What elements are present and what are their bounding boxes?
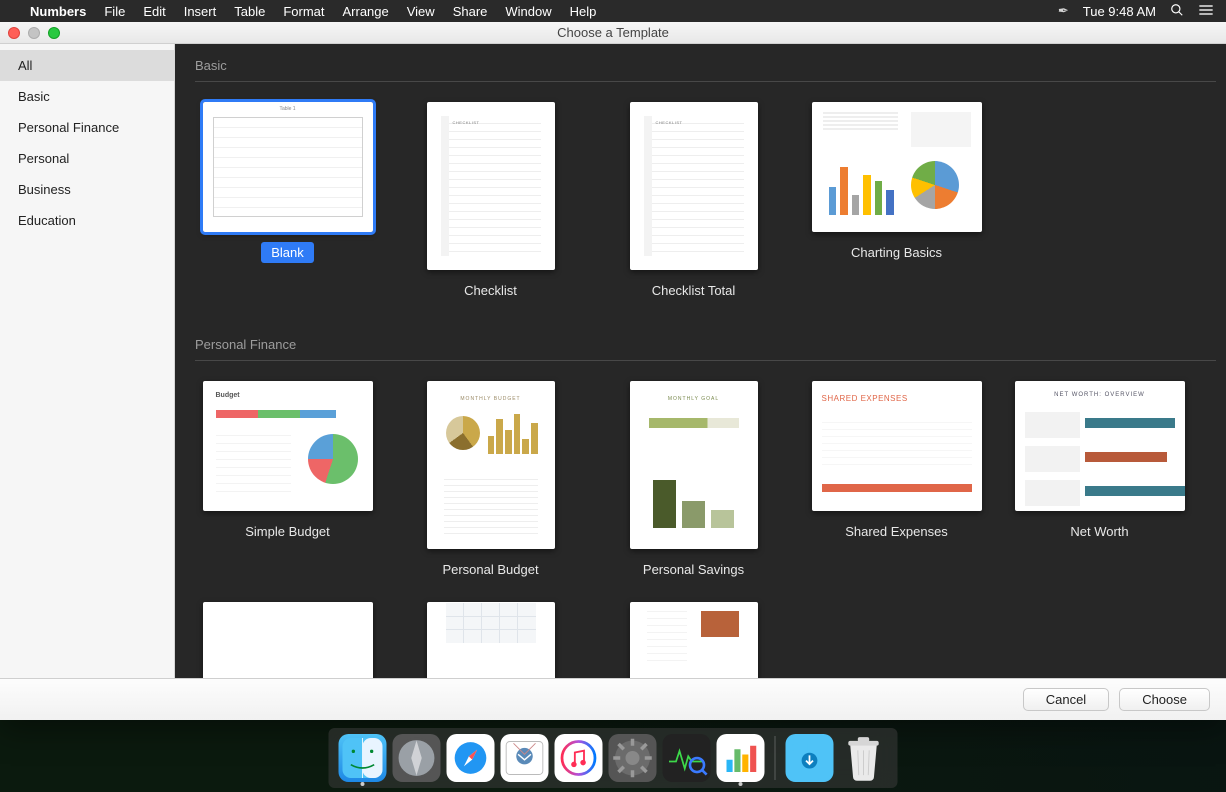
- template-loan-comparison[interactable]: Loan Comparison: [398, 602, 583, 678]
- template-thumb[interactable]: RETIREMENT SAVINGS: [203, 602, 373, 678]
- running-indicator: [739, 782, 743, 786]
- template-label: Shared Expenses: [835, 521, 958, 542]
- template-simple-budget[interactable]: Budget Simple Budget: [195, 381, 380, 580]
- cancel-button[interactable]: Cancel: [1023, 688, 1109, 711]
- template-thumb[interactable]: [427, 102, 555, 270]
- template-thumb[interactable]: MONTHLY BUDGET: [427, 381, 555, 549]
- template-shared-expenses[interactable]: SHARED EXPENSES Shared Expenses: [804, 381, 989, 580]
- template-retirement-savings[interactable]: RETIREMENT SAVINGS: [195, 602, 380, 678]
- close-button[interactable]: [8, 27, 20, 39]
- sidebar-item-education[interactable]: Education: [0, 205, 174, 236]
- template-thumb[interactable]: MONTHLY GOAL: [630, 381, 758, 549]
- template-checklist-total[interactable]: Checklist Total: [601, 102, 786, 301]
- template-blank[interactable]: Blank: [195, 102, 380, 301]
- dock-launchpad-icon[interactable]: [393, 734, 441, 782]
- sidebar-item-personal-finance[interactable]: Personal Finance: [0, 112, 174, 143]
- menu-arrange[interactable]: Arrange: [342, 4, 388, 19]
- menu-table[interactable]: Table: [234, 4, 265, 19]
- template-label: Personal Budget: [432, 559, 548, 580]
- dock-itunes-icon[interactable]: [555, 734, 603, 782]
- template-mortgage-calculator[interactable]: Mortgage Calculator: [601, 602, 786, 678]
- template-label: Personal Savings: [633, 559, 754, 580]
- category-header-personal-finance: Personal Finance: [195, 323, 1216, 361]
- menu-format[interactable]: Format: [283, 4, 324, 19]
- template-label: Simple Budget: [235, 521, 340, 542]
- menubar-clock[interactable]: Tue 9:48 AM: [1083, 4, 1156, 19]
- template-label: Net Worth: [1060, 521, 1138, 542]
- menu-file[interactable]: File: [104, 4, 125, 19]
- minimize-button[interactable]: [28, 27, 40, 39]
- sidebar-item-business[interactable]: Business: [0, 174, 174, 205]
- dock-mail-icon[interactable]: [501, 734, 549, 782]
- template-thumb[interactable]: SHARED EXPENSES: [812, 381, 982, 511]
- template-thumb[interactable]: [630, 102, 758, 270]
- dock-system-preferences-icon[interactable]: [609, 734, 657, 782]
- template-grid-area[interactable]: Basic Blank Checklist Checklist Total: [175, 44, 1226, 678]
- dock-safari-icon[interactable]: [447, 734, 495, 782]
- template-label: Blank: [261, 242, 314, 263]
- template-label: Checklist Total: [642, 280, 746, 301]
- template-net-worth[interactable]: NET WORTH: OVERVIEW Net Worth: [1007, 381, 1192, 580]
- app-menu[interactable]: Numbers: [30, 4, 86, 19]
- template-checklist[interactable]: Checklist: [398, 102, 583, 301]
- menu-insert[interactable]: Insert: [184, 4, 217, 19]
- template-label: Checklist: [454, 280, 527, 301]
- template-label: Charting Basics: [841, 242, 952, 263]
- menu-view[interactable]: View: [407, 4, 435, 19]
- template-chooser-window: Choose a Template All Basic Personal Fin…: [0, 22, 1226, 720]
- dock-activity-monitor-icon[interactable]: [663, 734, 711, 782]
- window-title: Choose a Template: [557, 25, 669, 40]
- template-personal-budget[interactable]: MONTHLY BUDGET Personal Budget: [398, 381, 583, 580]
- dock-finder-icon[interactable]: [339, 734, 387, 782]
- template-thumb[interactable]: Budget: [203, 381, 373, 511]
- sidebar-item-all[interactable]: All: [0, 50, 174, 81]
- category-header-basic: Basic: [195, 44, 1216, 82]
- template-thumb[interactable]: [203, 102, 373, 232]
- template-thumb[interactable]: NET WORTH: OVERVIEW: [1015, 381, 1185, 511]
- sidebar-item-basic[interactable]: Basic: [0, 81, 174, 112]
- menubar: Numbers File Edit Insert Table Format Ar…: [0, 0, 1226, 22]
- dock: [329, 728, 898, 788]
- template-thumb[interactable]: Loan Comparison: [427, 602, 555, 678]
- status-icon[interactable]: ✒︎: [1058, 3, 1069, 19]
- menu-edit[interactable]: Edit: [143, 4, 165, 19]
- dock-separator: [775, 736, 776, 780]
- menu-window[interactable]: Window: [505, 4, 551, 19]
- category-sidebar: All Basic Personal Finance Personal Busi…: [0, 44, 175, 678]
- menu-help[interactable]: Help: [570, 4, 597, 19]
- template-personal-savings[interactable]: MONTHLY GOAL Personal Savings: [601, 381, 786, 580]
- choose-button[interactable]: Choose: [1119, 688, 1210, 711]
- notification-center-icon[interactable]: [1198, 4, 1214, 19]
- window-titlebar[interactable]: Choose a Template: [0, 22, 1226, 44]
- spotlight-icon[interactable]: [1170, 3, 1184, 20]
- template-thumb[interactable]: Mortgage Calculator: [630, 602, 758, 678]
- window-bottom-bar: Cancel Choose: [0, 678, 1226, 720]
- dock-downloads-icon[interactable]: [786, 734, 834, 782]
- zoom-button[interactable]: [48, 27, 60, 39]
- menu-share[interactable]: Share: [453, 4, 488, 19]
- template-charting-basics[interactable]: Charting Basics: [804, 102, 989, 301]
- dock-numbers-icon[interactable]: [717, 734, 765, 782]
- sidebar-item-personal[interactable]: Personal: [0, 143, 174, 174]
- template-thumb[interactable]: [812, 102, 982, 232]
- dock-trash-icon[interactable]: [840, 734, 888, 782]
- running-indicator: [361, 782, 365, 786]
